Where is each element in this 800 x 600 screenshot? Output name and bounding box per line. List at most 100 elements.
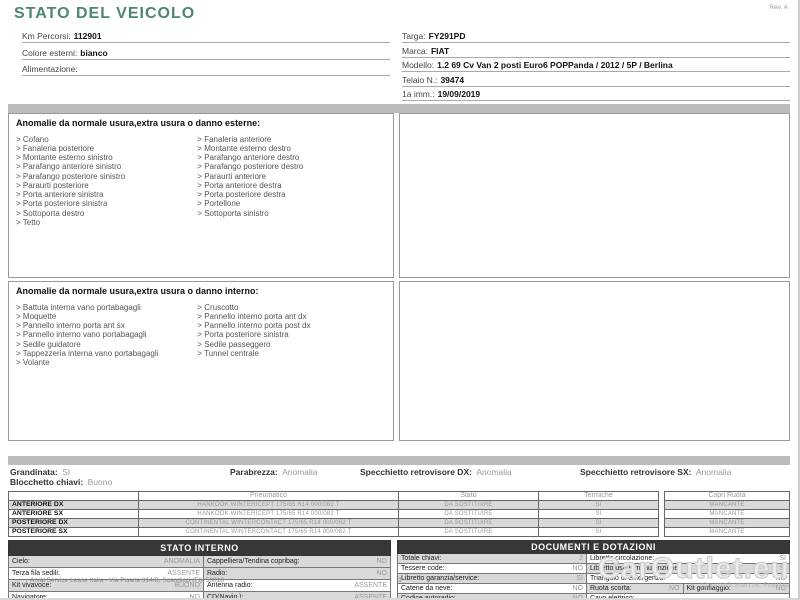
anomaly-item: Fanaleria anteriore bbox=[197, 135, 386, 144]
anomaly-item: Battuta interna vano portabagagli bbox=[16, 303, 197, 312]
cell-value: NO bbox=[377, 569, 388, 578]
cell-value: ASSENTE bbox=[354, 581, 387, 590]
field-label: Telaio N.: bbox=[402, 75, 437, 86]
anomaly-item: Pannello interno porta ant sx bbox=[16, 321, 197, 330]
cell-label: Cappelliera/Tendina copribag: bbox=[207, 557, 300, 566]
cell-label: Cavo elettrico: bbox=[590, 594, 635, 600]
anomaly-item: Parafango posteriore destro bbox=[197, 162, 386, 171]
cell-label: Libretto garanzia/service: bbox=[401, 574, 479, 583]
table-cell-codice-autoradio: Codice autoradio: NO bbox=[398, 593, 587, 600]
anomaly-item: Tetto bbox=[16, 218, 197, 227]
cell-label: Codice autoradio: bbox=[401, 594, 456, 600]
anomaly-item: Cruscotto bbox=[197, 303, 386, 312]
wheel-cover-row: MANCANTE bbox=[665, 509, 790, 518]
anomaly-item: Cofano bbox=[16, 135, 197, 144]
table-cell-cappelliera: Cappelliera/Tendina copribag: NO bbox=[204, 555, 391, 567]
field-value: 112901 bbox=[74, 31, 102, 42]
condition-parabrezza: Parabrezza: Anomalia bbox=[230, 467, 360, 477]
anomaly-item: Volante bbox=[16, 358, 197, 367]
field-telaio: Telaio N.: 39474 bbox=[402, 75, 790, 87]
anomaly-item: Sottoporta destro bbox=[16, 209, 197, 218]
table-cell-antenna-radio: Antenna radio: ASSENTE bbox=[204, 579, 391, 591]
field-value: FY291PD bbox=[429, 31, 466, 42]
interior-anomalies-lists: Battuta interna vano portabagagli Moquet… bbox=[16, 303, 386, 368]
tyre-winter: SI bbox=[539, 509, 659, 518]
field-label: Colore esterni: bbox=[22, 48, 77, 59]
field-value: bianco bbox=[80, 48, 107, 59]
field-label: 1a imm.: bbox=[402, 89, 435, 100]
cell-value: SI bbox=[576, 574, 583, 583]
cell-value: 2 bbox=[579, 554, 583, 563]
exterior-anomalies-lists: Cofano Fanaleria posteriore Montante est… bbox=[16, 135, 386, 228]
field-label: Modello: bbox=[402, 60, 434, 71]
interior-anomalies-heading: Anomalie da normale usura,extra usura o … bbox=[16, 286, 386, 296]
anomaly-item: Porta posteriore sinistra bbox=[16, 199, 197, 208]
anomaly-item: Sedile guidatore bbox=[16, 340, 197, 349]
condition-grandinata: Grandinata: SI bbox=[10, 467, 230, 477]
stato-interno-header-row: STATO INTERNO bbox=[9, 540, 391, 555]
wheel-cover-header: Copri Ruota bbox=[665, 491, 790, 500]
table-cell-cavo-elettrico: Cavo elettrico: bbox=[586, 593, 789, 600]
tyre-header-pneumatico: Pneumatico bbox=[139, 491, 399, 500]
field-marca: Marca: FIAT bbox=[402, 46, 790, 58]
anomaly-item: Pannello interno porta post dx bbox=[197, 321, 386, 330]
cell-label: CD(Navig.): bbox=[207, 593, 244, 600]
anomaly-item: Pannello interno vano portabagagli bbox=[16, 330, 197, 339]
caroutlet-watermark: CarOutlet.eu ID:caf1bD,2caf128, Fca81cu bbox=[598, 556, 790, 590]
wheel-cover-header-row: Copri Ruota bbox=[665, 491, 790, 500]
cell-label: Catene da neve: bbox=[401, 584, 452, 593]
anomaly-item: Porta anteriore sinistra bbox=[16, 190, 197, 199]
exterior-notes-empty-box bbox=[399, 113, 790, 278]
separator-band bbox=[8, 104, 790, 113]
wheel-cover-table: Copri Ruota MANCANTE MANCANTE MANCANTE M… bbox=[664, 491, 790, 537]
tyre-winter: SI bbox=[539, 527, 659, 536]
condition-summary-line: Grandinata: SI Parabrezza: Anomalia Spec… bbox=[0, 465, 798, 477]
table-cell-cd-navig: CD(Navig.): ASSENTE bbox=[204, 591, 391, 600]
cell-value: ASSENTE bbox=[354, 593, 387, 600]
anomaly-item: Montante esterno destro bbox=[197, 144, 386, 153]
tyre-winter: SI bbox=[539, 518, 659, 527]
table-row: Codice autoradio: NO Cavo elettrico: bbox=[398, 593, 790, 600]
anomaly-item: Parafango anteriore sinistro bbox=[16, 162, 197, 171]
table-cell-navigatore: Navigatore: NO bbox=[9, 591, 204, 600]
cell-label: Tessere code: bbox=[401, 564, 445, 573]
wheel-cover-row: MANCANTE bbox=[665, 527, 790, 536]
revision-label: Rev. A bbox=[769, 4, 788, 11]
wheel-cover-value: MANCANTE bbox=[665, 500, 790, 509]
tyre-winter: SI bbox=[539, 500, 659, 509]
table-cell-tessere-code: Tessere code: NO bbox=[398, 563, 587, 573]
interior-anomalies-list-right: Cruscotto Pannello interno porta ant dx … bbox=[197, 303, 386, 368]
page-title: STATO DEL VEICOLO bbox=[0, 0, 798, 29]
anomaly-item: Porta posteriore destra bbox=[197, 190, 386, 199]
anomaly-item: Pannello interno porta ant dx bbox=[197, 312, 386, 321]
tyre-row-anteriore-dx: ANTERIORE DX HANKOOK WINTERICEPT 175/65 … bbox=[9, 500, 659, 509]
tyre-header-stato: Stato bbox=[399, 491, 539, 500]
anomaly-item: Porta anteriore destra bbox=[197, 181, 386, 190]
table-row: Cielo: ANOMALIA Cappelliera/Tendina copr… bbox=[9, 555, 391, 567]
anomaly-item: Sottoporta sinistro bbox=[197, 209, 386, 218]
cell-value: NO bbox=[572, 564, 583, 573]
tyre-row-posteriore-sx: POSTERIORE SX CONTINENTAL WINTERCONTACT … bbox=[9, 527, 659, 536]
tyre-model: CONTINENTAL WINTERCONTACT 175/65 R14 000… bbox=[139, 518, 399, 527]
field-value: FIAT bbox=[431, 46, 449, 57]
tyre-status: DA SOSTITUIRE bbox=[399, 527, 539, 536]
field-km-percorsi: Km Percorsi: 112901 bbox=[22, 31, 390, 43]
separator-band bbox=[8, 456, 790, 465]
tyre-status: DA SOSTITUIRE bbox=[399, 500, 539, 509]
exterior-anomalies-list-right: Fanaleria anteriore Montante esterno des… bbox=[197, 135, 386, 228]
condition-value: Anomalia bbox=[696, 467, 731, 477]
wheel-cover-value: MANCANTE bbox=[665, 518, 790, 527]
condition-label: Grandinata: bbox=[10, 467, 58, 477]
anomaly-item: Parafango anteriore destro bbox=[197, 153, 386, 162]
condition-label: Specchietto retrovisore SX: bbox=[580, 467, 691, 477]
stato-interno-title: STATO INTERNO bbox=[9, 540, 391, 555]
field-targa: Targa: FY291PD bbox=[402, 31, 790, 43]
vehicle-info-right-column: Targa: FY291PD Marca: FIAT Modello: 1.2 … bbox=[402, 31, 790, 104]
table-cell-radio: Radio: NO bbox=[204, 567, 391, 579]
condition-specchietto-dx: Specchietto retrovisore DX: Anomalia bbox=[360, 467, 580, 477]
condition-value: Buono bbox=[88, 477, 113, 487]
interior-anomalies-list-left: Battuta interna vano portabagagli Moquet… bbox=[16, 303, 197, 368]
tyre-row-anteriore-sx: ANTERIORE SX HANKOOK WINTERICEPT 175/65 … bbox=[9, 509, 659, 518]
table-cell-libretto-garanzia: Libretto garanzia/service: SI bbox=[398, 573, 587, 583]
exterior-anomalies-heading: Anomalie da normale usura,extra usura o … bbox=[16, 118, 386, 128]
